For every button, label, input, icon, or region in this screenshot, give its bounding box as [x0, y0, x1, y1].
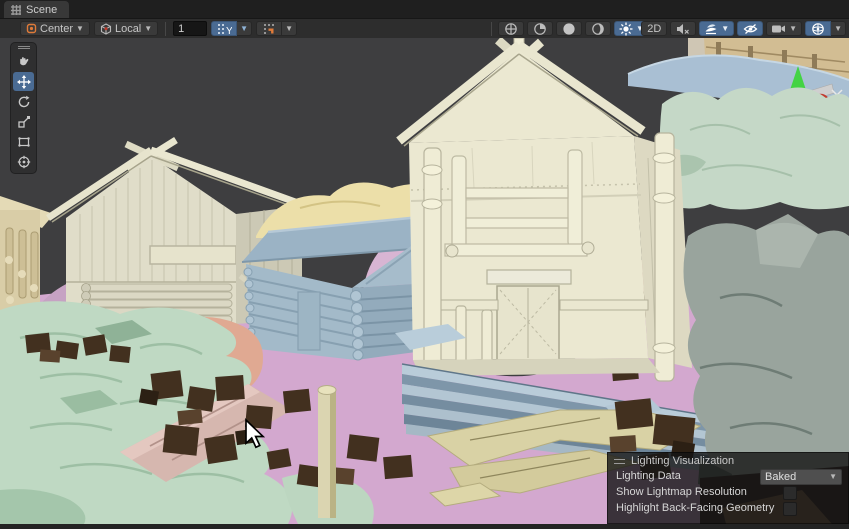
snap-settings-dropdown[interactable]: ▼ [282, 21, 297, 36]
svg-text:Y: Y [226, 26, 232, 35]
tools-overlay [10, 42, 37, 174]
circle-crosshair-icon [504, 22, 518, 36]
tab-scene[interactable]: Scene [4, 1, 69, 18]
dropdown-caret-icon: ▼ [789, 25, 797, 33]
highlight-backfacing-checkbox[interactable] [783, 502, 797, 516]
grid-snap-icon [263, 23, 276, 35]
pivot-icon [26, 23, 37, 34]
gizmo-sphere-icon [811, 22, 825, 36]
unity-scene-view: { "window": { "tab_label": "Scene" }, "t… [0, 0, 849, 524]
transform-tool-button[interactable] [13, 152, 34, 171]
orientation-mode-label: Local [115, 23, 141, 35]
camera-icon [771, 23, 786, 34]
lighting-data-value: Baked [765, 471, 796, 483]
toolbar-separator [491, 22, 492, 36]
audio-mute-button[interactable] [670, 21, 696, 36]
dropdown-caret-icon: ▼ [721, 25, 729, 33]
transform-tool-icon [17, 155, 31, 169]
snap-settings-button[interactable] [256, 21, 282, 36]
rotate-tool-icon [17, 95, 31, 109]
lighting-visualization-panel: Lighting Visualization Lighting Data Bak… [607, 452, 849, 524]
lighting-data-dropdown[interactable]: Baked ▼ [760, 469, 842, 485]
show-lightmap-resolution-checkbox[interactable] [783, 486, 797, 500]
scale-tool-icon [17, 115, 31, 129]
toolbar-separator [165, 22, 166, 36]
circle-crescent-icon [591, 22, 605, 36]
move-tool-icon [17, 75, 31, 89]
mode-2d-label: 2D [647, 23, 661, 35]
dropdown-caret-icon: ▼ [834, 25, 842, 33]
dropdown-caret-icon: ▼ [285, 25, 293, 33]
lighting-data-label: Lighting Data [616, 470, 681, 482]
grid-visibility-button[interactable]: Y [211, 21, 237, 36]
cube-icon [100, 23, 112, 35]
menu-handle-icon[interactable] [614, 459, 625, 464]
gizmos-dropdown[interactable]: ▼ [831, 21, 846, 36]
hidden-objects-button[interactable] [737, 21, 763, 36]
highlight-backfacing-row: Highlight Back-Facing Geometry [608, 500, 848, 516]
rect-tool-button[interactable] [13, 132, 34, 151]
dropdown-caret-icon: ▼ [144, 25, 152, 33]
rotate-tool-button[interactable] [13, 92, 34, 111]
pivot-mode-label: Center [40, 23, 73, 35]
rocks-pale-green[interactable] [660, 87, 849, 209]
menu-handle-icon[interactable] [18, 44, 30, 51]
show-lightmap-resolution-label: Show Lightmap Resolution [616, 486, 747, 498]
grid-icon [11, 5, 21, 15]
speaker-mute-icon [676, 23, 690, 35]
move-tool-button[interactable] [13, 72, 34, 91]
draw-mode-wireframe-button[interactable] [498, 21, 524, 36]
wooden-pole[interactable] [318, 386, 336, 519]
hand-tool-icon [17, 55, 31, 69]
grid-y-icon: Y [217, 23, 232, 35]
grid-visibility-dropdown[interactable]: ▼ [237, 21, 252, 36]
dropdown-caret-icon: ▼ [240, 25, 248, 33]
sun-icon [619, 22, 633, 36]
highlight-backfacing-label: Highlight Back-Facing Geometry [616, 502, 774, 514]
snap-increment-input[interactable] [173, 21, 207, 36]
effects-icon [704, 22, 718, 35]
rect-tool-icon [17, 135, 31, 149]
gizmos-button[interactable] [805, 21, 831, 36]
scene-toolbar: Center ▼ Local ▼ Y ▼ [0, 19, 849, 39]
dropdown-caret-icon: ▼ [76, 25, 84, 33]
pivot-mode-button[interactable]: Center ▼ [20, 21, 90, 36]
show-lightmap-resolution-row: Show Lightmap Resolution [608, 484, 848, 500]
mode-2d-button[interactable]: 2D [641, 21, 667, 36]
draw-mode-shaded-wireframe-button[interactable] [527, 21, 553, 36]
lighting-data-row: Lighting Data Baked ▼ [608, 468, 848, 484]
panel-title: Lighting Visualization [631, 455, 734, 467]
orientation-mode-button[interactable]: Local ▼ [94, 21, 158, 36]
view-tool-button[interactable] [13, 52, 34, 71]
dropdown-caret-icon: ▼ [829, 473, 837, 481]
tab-bar: Scene [0, 0, 849, 19]
draw-mode-overdraw-button[interactable] [585, 21, 611, 36]
eye-slash-icon [743, 23, 758, 35]
tab-label: Scene [26, 4, 57, 16]
circle-filled-icon [562, 22, 576, 36]
circle-quarter-icon [533, 22, 547, 36]
camera-settings-button[interactable]: ▼ [766, 21, 802, 36]
draw-mode-shaded-button[interactable] [556, 21, 582, 36]
effects-button[interactable]: ▼ [699, 21, 734, 36]
scale-tool-button[interactable] [13, 112, 34, 131]
